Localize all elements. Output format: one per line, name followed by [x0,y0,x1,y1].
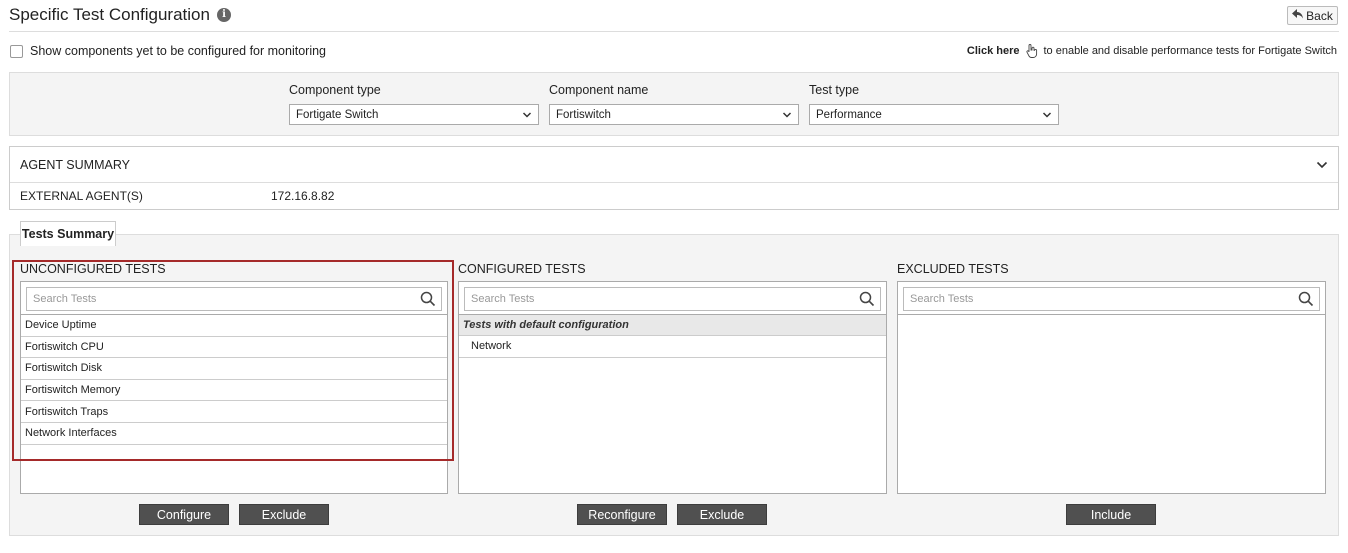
chevron-down-icon [1042,111,1052,118]
back-button[interactable]: Back [1287,6,1338,25]
click-here-text: to enable and disable performance tests … [1043,45,1338,57]
back-label: Back [1306,8,1333,23]
test-type-label: Test type [809,83,860,97]
chevron-down-icon [782,111,792,118]
search-placeholder: Search Tests [471,293,535,305]
back-arrow-icon [1292,9,1304,22]
component-name-value: Fortiswitch [556,108,611,121]
component-type-select[interactable]: Fortigate Switch [289,104,539,125]
agent-summary-panel: AGENT SUMMARY EXTERNAL AGENT(S) 172.16.8… [9,146,1339,210]
exclude-button[interactable]: Exclude [239,504,329,525]
excluded-search-input[interactable]: Search Tests [903,287,1320,311]
configured-tests-list: Search Tests Tests with default configur… [458,281,887,494]
include-button[interactable]: Include [1066,504,1156,525]
configure-button[interactable]: Configure [139,504,229,525]
search-placeholder: Search Tests [910,293,974,305]
chevron-down-icon [522,111,532,118]
search-icon[interactable] [1298,291,1314,307]
header-divider [9,31,1339,32]
search-icon[interactable] [859,291,875,307]
info-icon[interactable]: i [217,8,231,22]
external-agent-label: EXTERNAL AGENT(S) [20,189,143,203]
list-item[interactable]: Network [459,336,886,358]
filter-panel: Component type Fortigate Switch Componen… [9,72,1339,136]
exclude-configured-button[interactable]: Exclude [677,504,767,525]
configured-tests-title: CONFIGURED TESTS [458,262,586,276]
show-components-checkbox[interactable] [10,45,23,58]
excluded-tests-list: Search Tests [897,281,1326,494]
excluded-tests-title: EXCLUDED TESTS [897,262,1009,276]
component-name-select[interactable]: Fortiswitch [549,104,799,125]
click-here-link[interactable]: Click here [967,45,1020,57]
click-here-row: Click here to enable and disable perform… [967,43,1337,59]
component-type-label: Component type [289,83,381,97]
configured-search-input[interactable]: Search Tests [464,287,881,311]
agent-summary-header[interactable]: AGENT SUMMARY [10,147,1338,183]
tab-tests-summary[interactable]: Tests Summary [20,221,116,246]
component-type-value: Fortigate Switch [296,108,379,121]
test-type-select[interactable]: Performance [809,104,1059,125]
configured-group-header: Tests with default configuration [459,315,886,336]
excluded-items [898,314,1325,315]
hand-pointer-icon [1025,44,1037,58]
external-agent-value: 172.16.8.82 [271,189,335,203]
test-type-value: Performance [816,108,882,121]
configured-items: Tests with default configuration Network [459,314,886,358]
chevron-down-icon[interactable] [1316,160,1328,170]
page-title: Specific Test Configuration [9,5,210,24]
show-components-label: Show components yet to be configured for… [30,44,327,58]
highlight-box [12,260,454,461]
component-name-label: Component name [549,83,649,97]
agent-summary-title: AGENT SUMMARY [20,158,130,172]
reconfigure-button[interactable]: Reconfigure [577,504,667,525]
